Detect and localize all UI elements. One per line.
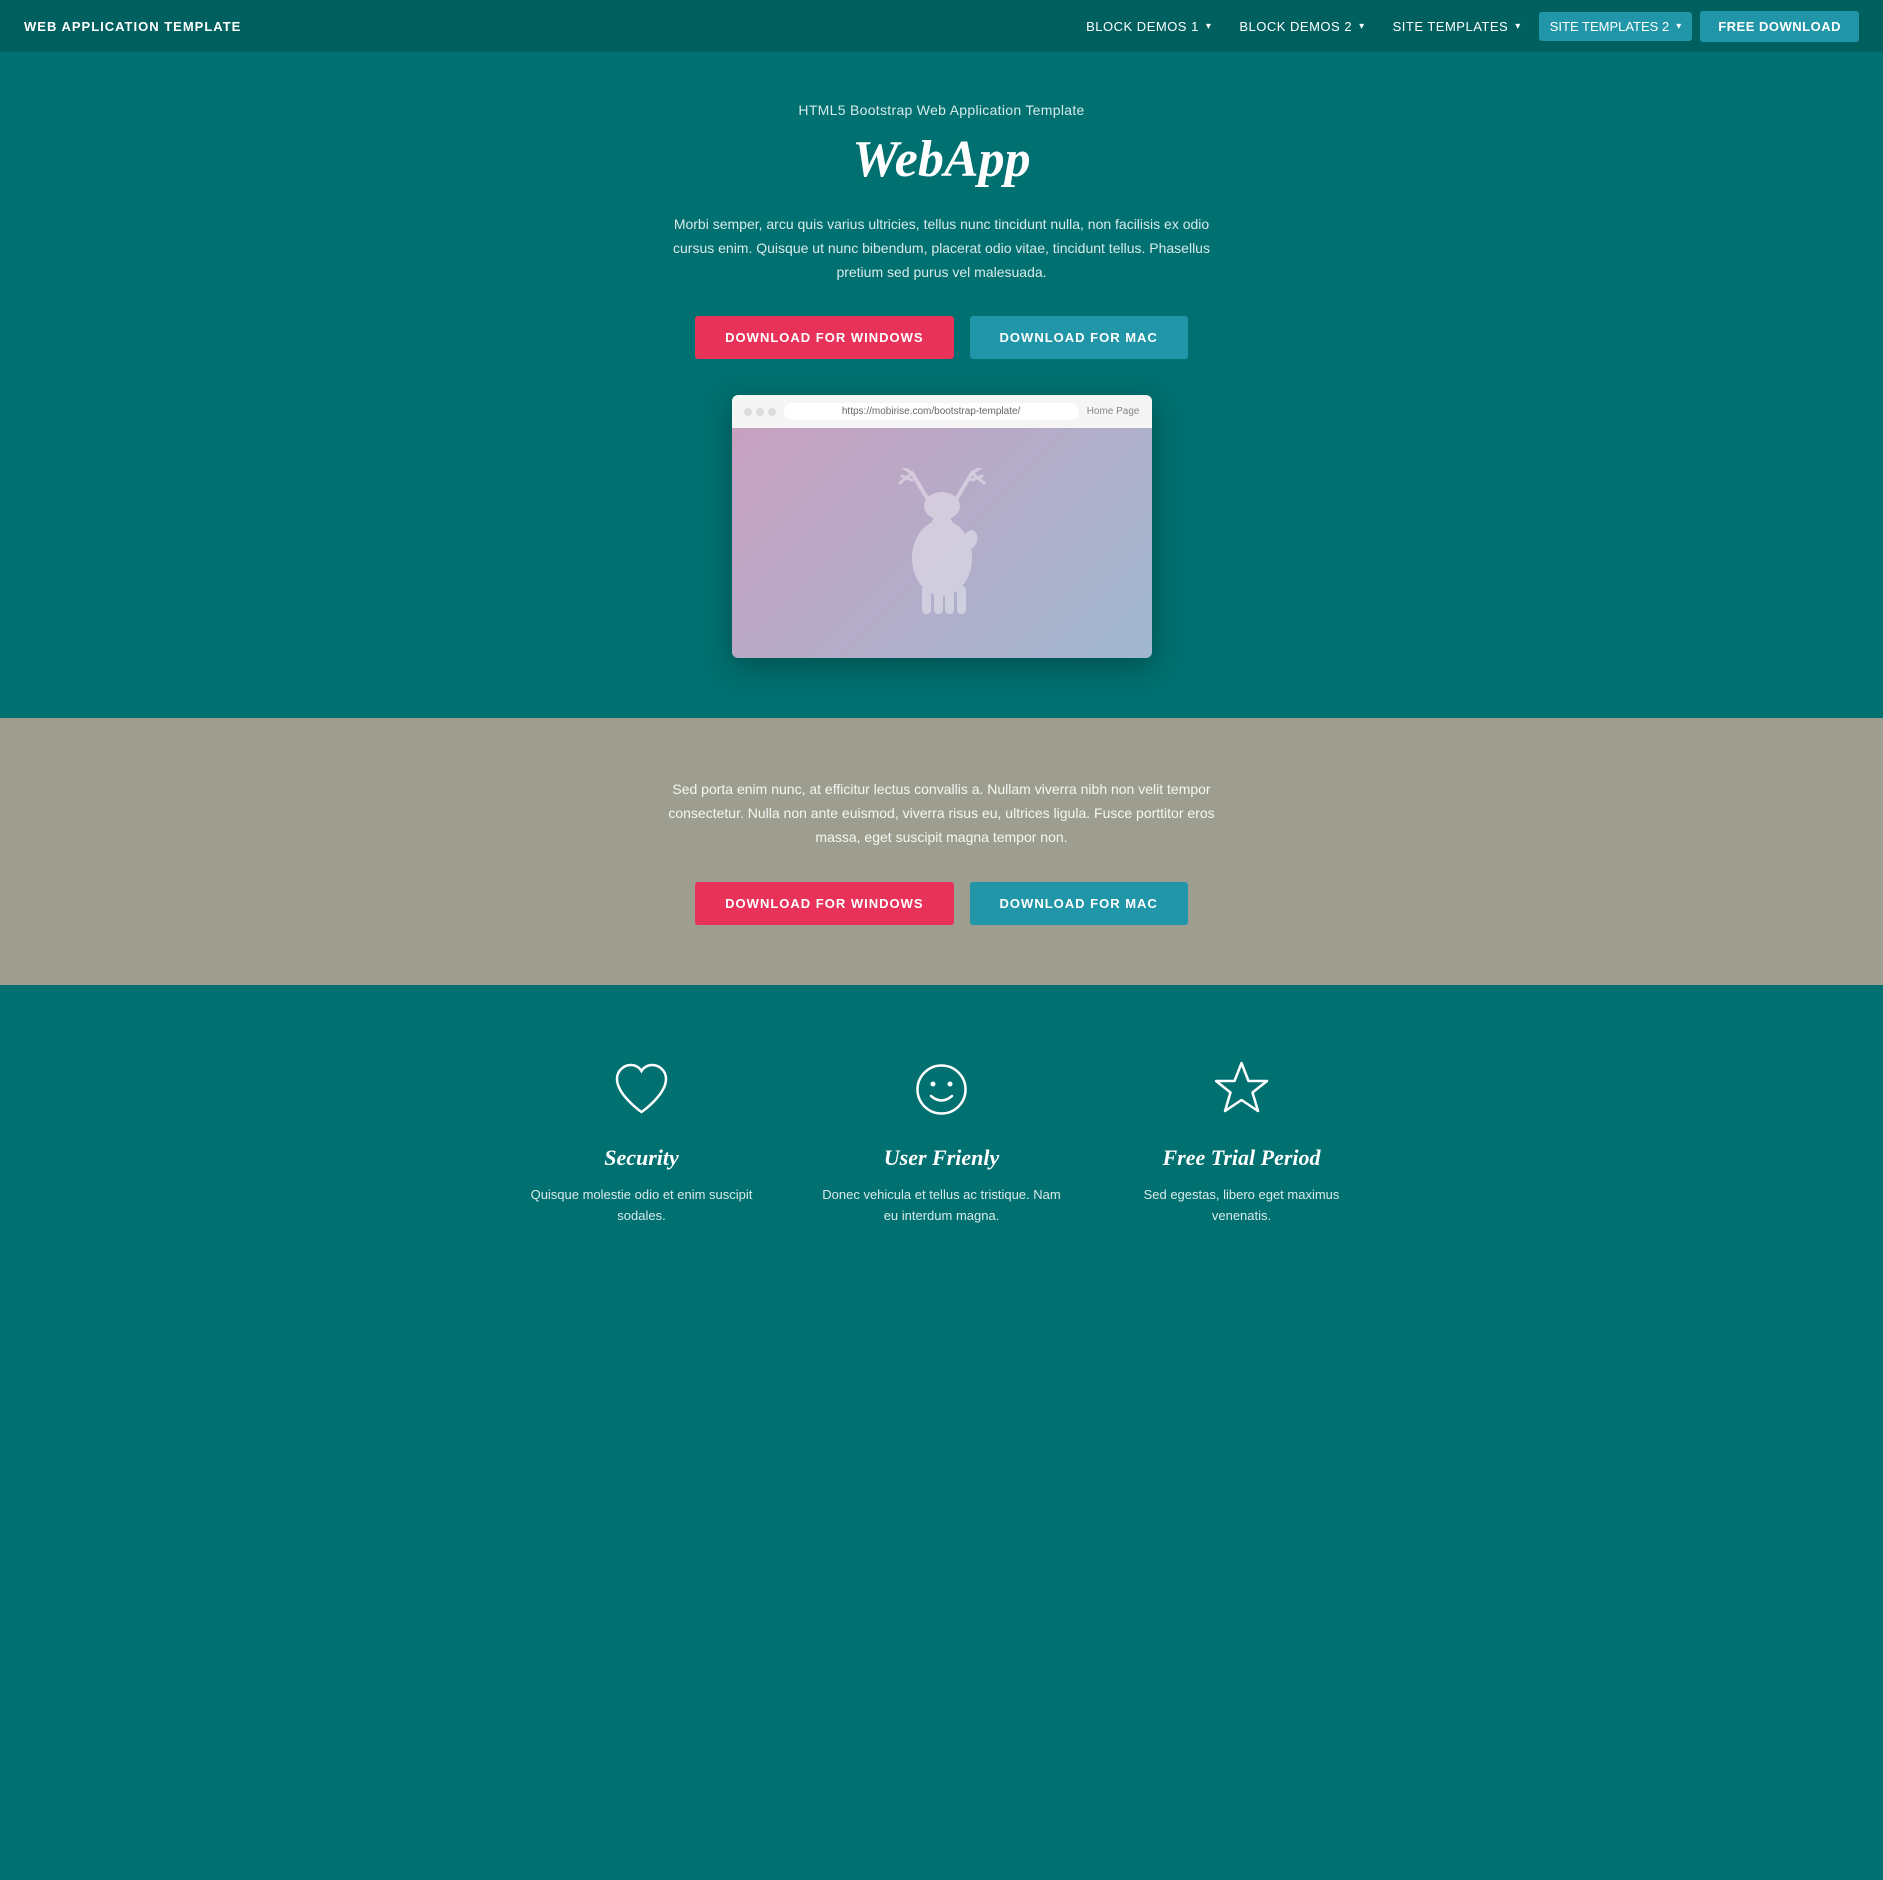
navbar-right: BLOCK DEMOS 1 ▾ BLOCK DEMOS 2 ▾ SITE TEM… — [1076, 11, 1859, 42]
block-demos-1-menu[interactable]: BLOCK DEMOS 1 ▾ — [1076, 13, 1221, 40]
feature-user-friendly: User Frienly Donec vehicula et tellus ac… — [822, 1055, 1062, 1227]
hero-buttons: DOWNLOAD FOR WINDOWS DOWNLOAD FOR MAC — [20, 316, 1863, 359]
security-icon-container — [607, 1055, 677, 1125]
hero-title: WebApp — [20, 130, 1863, 189]
download-windows-button[interactable]: DOWNLOAD FOR WINDOWS — [695, 316, 953, 359]
security-title: Security — [522, 1145, 762, 1171]
chevron-down-icon: ▾ — [1206, 21, 1212, 32]
block-demos-2-menu[interactable]: BLOCK DEMOS 2 ▾ — [1229, 13, 1374, 40]
navbar-brand: WEB APPLICATION TEMPLATE — [24, 19, 241, 34]
browser-content — [732, 428, 1152, 658]
chevron-down-icon: ▾ — [1515, 21, 1521, 32]
gray-section-description: Sed porta enim nunc, at efficitur lectus… — [662, 778, 1222, 849]
gray-download-mac-button[interactable]: DOWNLOAD FOR MAC — [970, 882, 1188, 925]
star-icon — [1209, 1057, 1274, 1122]
gray-section-buttons: DOWNLOAD FOR WINDOWS DOWNLOAD FOR MAC — [20, 882, 1863, 925]
feature-free-trial: Free Trial Period Sed egestas, libero eg… — [1122, 1055, 1362, 1227]
heart-icon — [609, 1057, 674, 1122]
browser-bar: https://mobirise.com/bootstrap-template/… — [732, 395, 1152, 428]
user-friendly-description: Donec vehicula et tellus ac tristique. N… — [822, 1185, 1062, 1227]
user-friendly-title: User Frienly — [822, 1145, 1062, 1171]
browser-dot-red — [744, 408, 752, 416]
free-trial-title: Free Trial Period — [1122, 1145, 1362, 1171]
gray-section: Sed porta enim nunc, at efficitur lectus… — [0, 718, 1883, 984]
browser-url: https://mobirise.com/bootstrap-template/ — [784, 403, 1079, 420]
download-mac-button[interactable]: DOWNLOAD FOR MAC — [970, 316, 1188, 359]
hero-section: HTML5 Bootstrap Web Application Template… — [0, 52, 1883, 718]
feature-security: Security Quisque molestie odio et enim s… — [522, 1055, 762, 1227]
chevron-down-icon: ▾ — [1359, 21, 1365, 32]
browser-dot-yellow — [756, 408, 764, 416]
hero-description: Morbi semper, arcu quis varius ultricies… — [672, 213, 1212, 284]
security-description: Quisque molestie odio et enim suscipit s… — [522, 1185, 762, 1227]
features-grid: Security Quisque molestie odio et enim s… — [492, 1055, 1392, 1227]
site-templates-2-menu[interactable]: SITE TEMPLATES 2 ▾ — [1539, 12, 1692, 41]
features-section: Security Quisque molestie odio et enim s… — [0, 985, 1883, 1307]
chevron-down-icon: ▾ — [1676, 21, 1681, 32]
browser-dot-green — [768, 408, 776, 416]
free-trial-icon-container — [1207, 1055, 1277, 1125]
browser-mockup: https://mobirise.com/bootstrap-template/… — [732, 395, 1152, 658]
browser-dots — [744, 408, 776, 416]
hero-subtitle: HTML5 Bootstrap Web Application Template — [20, 102, 1863, 118]
navbar: WEB APPLICATION TEMPLATE BLOCK DEMOS 1 ▾… — [0, 0, 1883, 52]
smiley-icon — [909, 1057, 974, 1122]
browser-home: Home Page — [1087, 406, 1140, 417]
user-friendly-icon-container — [907, 1055, 977, 1125]
deer-icon — [882, 468, 1002, 618]
site-templates-menu[interactable]: SITE TEMPLATES ▾ — [1383, 13, 1531, 40]
free-trial-description: Sed egestas, libero eget maximus venenat… — [1122, 1185, 1362, 1227]
free-download-button[interactable]: FREE DOWNLOAD — [1700, 11, 1859, 42]
gray-download-windows-button[interactable]: DOWNLOAD FOR WINDOWS — [695, 882, 953, 925]
